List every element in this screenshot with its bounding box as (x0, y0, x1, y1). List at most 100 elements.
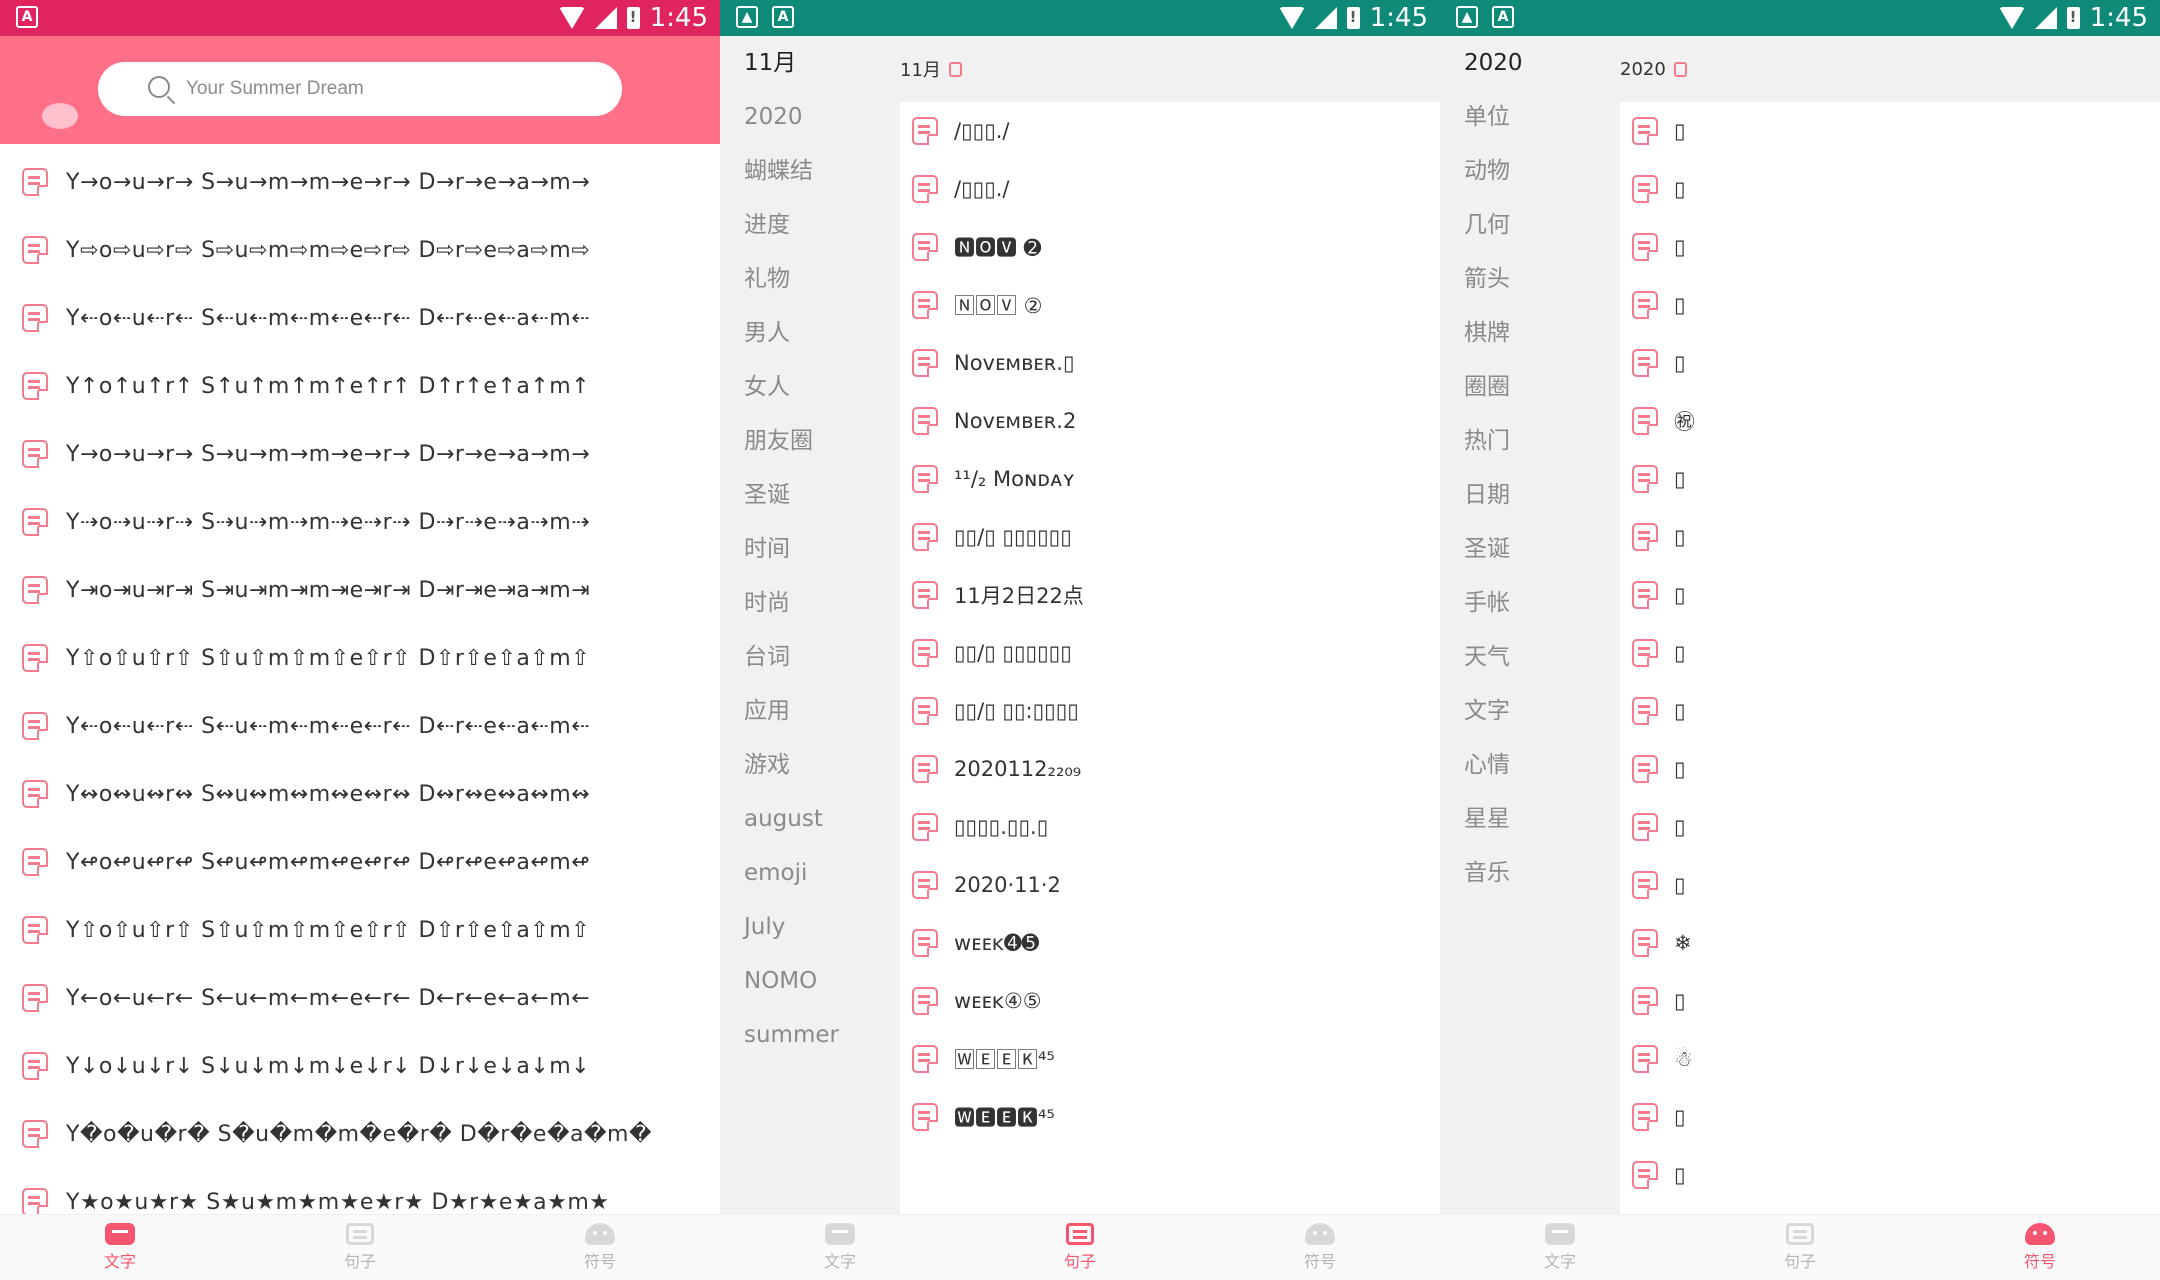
list-item[interactable]: 🅽🅾🆅 ➋ (900, 218, 1440, 276)
category-item[interactable]: 日期 (1440, 468, 1620, 522)
nav-tab-symbol[interactable]: 符号 (1200, 1215, 1440, 1280)
nav-tab-text[interactable]: 文字 (720, 1215, 960, 1280)
category-item[interactable]: 11月 (720, 36, 900, 90)
category-item[interactable]: 单位 (1440, 90, 1620, 144)
list-item[interactable]: ▯ (1620, 682, 2160, 740)
list-item[interactable]: ▯ (1620, 276, 2160, 334)
category-item[interactable]: NOMO (720, 954, 900, 1008)
list-item[interactable]: ▯ (1620, 450, 2160, 508)
list-item[interactable]: Y↑o↑u↑r↑ S↑u↑m↑m↑e↑r↑ D↑r↑e↑a↑m↑ (0, 352, 720, 420)
list-item[interactable]: ▯ (1620, 1088, 2160, 1146)
category-item[interactable]: 文字 (1440, 684, 1620, 738)
category-item[interactable]: 棋牌 (1440, 306, 1620, 360)
list-item[interactable]: ▯▯/▯ ▯▯▯▯▯▯ (900, 624, 1440, 682)
list-item[interactable]: /▯▯▯./ (900, 160, 1440, 218)
list-item[interactable]: 2020·11·2 (900, 856, 1440, 914)
category-item[interactable]: 2020 (720, 90, 900, 144)
list-item[interactable]: ▯ (1620, 624, 2160, 682)
list-item[interactable]: ☃ (1620, 1030, 2160, 1088)
nav-tab-sentence[interactable]: 句子 (1680, 1215, 1920, 1280)
list-item[interactable]: Y⇠o⇠u⇠r⇠ S⇠u⇠m⇠m⇠e⇠r⇠ D⇠r⇠e⇠a⇠m⇠ (0, 692, 720, 760)
list-item[interactable]: 2020112₂₂₀₉ (900, 740, 1440, 798)
category-item[interactable]: 手帐 (1440, 576, 1620, 630)
list-item[interactable]: ▯ (1620, 972, 2160, 1030)
list-item[interactable]: Y↭o↭u↭r↭ S↭u↭m↭m↭e↭r↭ D↭r↭e↭a↭m↭ (0, 760, 720, 828)
category-item[interactable]: summer (720, 1008, 900, 1062)
list-item[interactable]: Y←o←u←r← S←u←m←m←e←r← D←r←e←a←m← (0, 964, 720, 1032)
category-item[interactable]: emoji (720, 846, 900, 900)
category-item[interactable]: 圣诞 (1440, 522, 1620, 576)
list-item[interactable]: Nᴏᴠᴇᴍʙᴇʀ.2 (900, 392, 1440, 450)
category-item[interactable]: 圣诞 (720, 468, 900, 522)
list-item[interactable]: ▯ (1620, 218, 2160, 276)
list-item[interactable]: 🅆🄴🄴🄺⁴⁵ (900, 1030, 1440, 1088)
category-item[interactable]: 天气 (1440, 630, 1620, 684)
list-item[interactable]: Y⇧o⇧u⇧r⇧ S⇧u⇧m⇧m⇧e⇧r⇧ D⇧r⇧e⇧a⇧m⇧ (0, 624, 720, 692)
list-item[interactable]: ▯ (1620, 566, 2160, 624)
list-item[interactable]: /▯▯▯./ (900, 102, 1440, 160)
nav-tab-text[interactable]: 文字 (0, 1215, 240, 1280)
category-item[interactable]: July (720, 900, 900, 954)
category-item[interactable]: 音乐 (1440, 846, 1620, 900)
category-item[interactable]: 心情 (1440, 738, 1620, 792)
category-item[interactable]: 星星 (1440, 792, 1620, 846)
category-item[interactable]: 女人 (720, 360, 900, 414)
list-item[interactable]: Y⇥o⇥u⇥r⇥ S⇥u⇥m⇥m⇥e⇥r⇥ D⇥r⇥e⇥a⇥m⇥ (0, 556, 720, 624)
category-item[interactable]: 台词 (720, 630, 900, 684)
list-item[interactable]: Y→o→u→r→ S→u→m→m→e→r→ D→r→e→a→m→ (0, 420, 720, 488)
category-item[interactable]: 礼物 (720, 252, 900, 306)
list-item[interactable]: ᴡᴇᴇᴋ④⑤ (900, 972, 1440, 1030)
category-item[interactable]: 箭头 (1440, 252, 1620, 306)
notification-icon: A (772, 6, 794, 28)
category-item[interactable]: 时尚 (720, 576, 900, 630)
list-item[interactable]: ▯▯▯▯.▯▯.▯ (900, 798, 1440, 856)
list-item[interactable]: ▯ (1620, 798, 2160, 856)
list-item[interactable]: 🆆🅴🅴🅺⁴⁵ (900, 1088, 1440, 1146)
list-item[interactable]: ㊗ (1620, 392, 2160, 450)
list-item[interactable]: ▯ (1620, 160, 2160, 218)
category-item[interactable]: 游戏 (720, 738, 900, 792)
search-box[interactable] (98, 62, 622, 116)
nav-tab-text[interactable]: 文字 (1440, 1215, 1680, 1280)
search-input[interactable] (186, 72, 586, 106)
nav-tab-symbol[interactable]: 符号 (1920, 1215, 2160, 1280)
list-item[interactable]: ▯ (1620, 856, 2160, 914)
list-item[interactable]: Y⇨o⇨u⇨r⇨ S⇨u⇨m⇨m⇨e⇨r⇨ D⇨r⇨e⇨a⇨m⇨ (0, 216, 720, 284)
nav-tab-sentence[interactable]: 句子 (960, 1215, 1200, 1280)
category-item[interactable]: 热门 (1440, 414, 1620, 468)
nav-tab-symbol[interactable]: 符号 (480, 1215, 720, 1280)
category-item[interactable]: august (720, 792, 900, 846)
category-item[interactable]: 2020 (1440, 36, 1620, 90)
list-item[interactable]: ¹¹/₂ Mᴏɴᴅᴀʏ (900, 450, 1440, 508)
list-item[interactable]: ᴡᴇᴇᴋ➍➎ (900, 914, 1440, 972)
category-item[interactable]: 时间 (720, 522, 900, 576)
list-item[interactable]: Y⇧o⇧u⇧r⇧ S⇧u⇧m⇧m⇧e⇧r⇧ D⇧r⇧e⇧a⇧m⇧ (0, 896, 720, 964)
list-item[interactable]: Y⇠o⇠u⇠r⇠ S⇠u⇠m⇠m⇠e⇠r⇠ D⇠r⇠e⇠a⇠m⇠ (0, 284, 720, 352)
section-header: 2020 (1620, 36, 2160, 102)
list-item[interactable]: Y�o�u�r� S�u�m�m�e�r� D�r�e�a�m� (0, 1100, 720, 1168)
category-item[interactable]: 圈圈 (1440, 360, 1620, 414)
list-item[interactable]: ▯ (1620, 334, 2160, 392)
list-item[interactable]: ▯ (1620, 102, 2160, 160)
list-item[interactable]: ▯ (1620, 1146, 2160, 1204)
list-item[interactable]: ▯▯/▯ ▯▯▯▯▯▯ (900, 508, 1440, 566)
category-item[interactable]: 男人 (720, 306, 900, 360)
list-item[interactable]: ▯ (1620, 740, 2160, 798)
nav-tab-sentence[interactable]: 句子 (240, 1215, 480, 1280)
list-item[interactable]: Nᴏᴠᴇᴍʙᴇʀ.▯ (900, 334, 1440, 392)
category-item[interactable]: 应用 (720, 684, 900, 738)
category-item[interactable]: 蝴蝶结 (720, 144, 900, 198)
category-item[interactable]: 进度 (720, 198, 900, 252)
category-item[interactable]: 动物 (1440, 144, 1620, 198)
category-item[interactable]: 朋友圈 (720, 414, 900, 468)
list-item[interactable]: 🄽🄾🅅 ② (900, 276, 1440, 334)
list-item[interactable]: Y⇢o⇢u⇢r⇢ S⇢u⇢m⇢m⇢e⇢r⇢ D⇢r⇢e⇢a⇢m⇢ (0, 488, 720, 556)
category-item[interactable]: 几何 (1440, 198, 1620, 252)
list-item[interactable]: ▯▯/▯ ▯▯:▯▯▯▯ (900, 682, 1440, 740)
list-item[interactable]: Y→o→u→r→ S→u→m→m→e→r→ D→r→e→a→m→ (0, 148, 720, 216)
list-item[interactable]: ❄ (1620, 914, 2160, 972)
list-item[interactable]: 11月2日22点 (900, 566, 1440, 624)
list-item[interactable]: ▯ (1620, 508, 2160, 566)
list-item[interactable]: Y↫o↫u↫r↫ S↫u↫m↫m↫e↫r↫ D↫r↫e↫a↫m↫ (0, 828, 720, 896)
list-item[interactable]: Y↓o↓u↓r↓ S↓u↓m↓m↓e↓r↓ D↓r↓e↓a↓m↓ (0, 1032, 720, 1100)
